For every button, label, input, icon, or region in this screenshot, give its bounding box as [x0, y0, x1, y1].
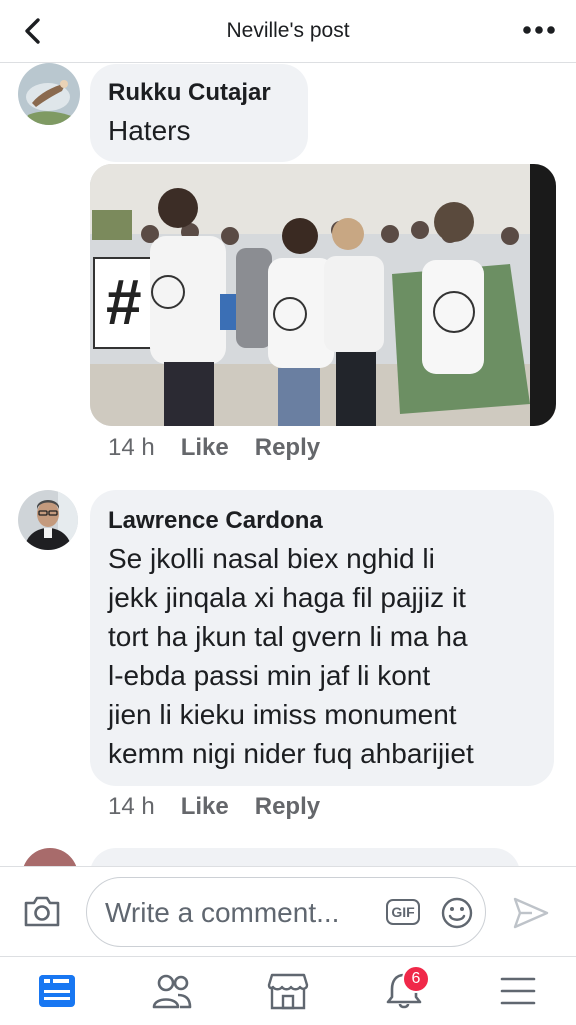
reply-button[interactable]: Reply [255, 793, 320, 820]
reply-button[interactable]: Reply [255, 434, 320, 461]
notifications-tab[interactable]: 6 [382, 965, 430, 1011]
notification-badge: 6 [402, 965, 430, 993]
comment-input-wrapper: GIF [86, 877, 486, 947]
comment-composer: GIF [0, 866, 576, 957]
comment-author[interactable]: Rukku Cutajar [108, 79, 271, 107]
comment-photo[interactable]: # [90, 164, 556, 426]
bottom-nav: 6 [0, 956, 576, 1025]
comment-author[interactable]: Lawrence Cardona [108, 507, 323, 535]
more-dots-icon[interactable] [522, 22, 556, 38]
avatar[interactable] [18, 490, 78, 550]
news-feed-icon[interactable] [35, 971, 79, 1011]
comment-meta: 14 h Like Reply [108, 793, 320, 821]
avatar[interactable] [18, 63, 80, 125]
comment-text: Haters [108, 115, 191, 146]
comment-time: 14 h [108, 434, 155, 461]
gif-icon[interactable]: GIF [386, 899, 420, 925]
friends-icon[interactable] [150, 971, 194, 1011]
like-button[interactable]: Like [181, 793, 229, 820]
comment-time: 14 h [108, 793, 155, 820]
page-title: Neville's post [226, 19, 350, 42]
top-bar: Neville's post [0, 0, 576, 63]
like-button[interactable]: Like [181, 434, 229, 461]
emoji-icon[interactable] [440, 896, 474, 930]
svg-text:#: # [106, 266, 142, 338]
camera-icon[interactable] [22, 893, 62, 929]
menu-icon[interactable] [496, 971, 540, 1011]
comment-input[interactable] [103, 892, 387, 934]
comment-meta: 14 h Like Reply [108, 434, 320, 462]
comment-text: Se jkolli nasal biex nghid li jekk jinqa… [108, 543, 474, 769]
marketplace-icon[interactable] [266, 971, 310, 1011]
send-icon[interactable] [512, 896, 550, 930]
